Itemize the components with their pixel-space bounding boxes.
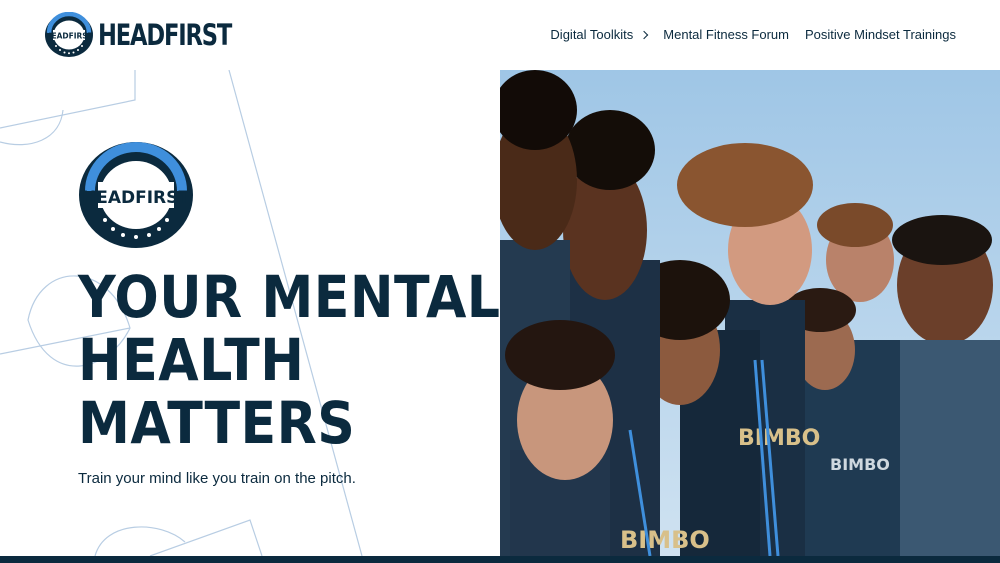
chevron-right-icon — [640, 30, 649, 40]
headfirst-badge-icon: HEADFIRST — [45, 12, 94, 57]
nav-item-digital-toolkits[interactable]: Digital Toolkits — [550, 27, 649, 42]
bottom-bar — [0, 556, 1000, 563]
svg-text:HEADFIRST: HEADFIRST — [45, 32, 94, 41]
nav-item-positive-mindset-trainings[interactable]: Positive Mindset Trainings — [805, 27, 956, 42]
headline-line: MATTERS — [78, 389, 356, 457]
svg-text:BIMBO: BIMBO — [830, 455, 890, 474]
svg-text:BIMBO: BIMBO — [620, 526, 710, 554]
logo-wordmark: HEADFIRST — [98, 17, 232, 52]
headfirst-badge-icon: HEADFIRST — [79, 142, 193, 248]
svg-text:BIMBO: BIMBO — [738, 426, 820, 451]
headline-line: YOUR MENTAL — [78, 263, 501, 331]
headfirst-logo[interactable]: HEADFIRST HEADFIRST — [44, 12, 269, 58]
team-photo-icon: BIMBO BIMBO BIMBO — [500, 70, 1000, 556]
hero-subheadline: Train your mind like you train on the pi… — [78, 470, 356, 487]
nav-item-label: Mental Fitness Forum — [663, 27, 789, 42]
nav-item-mental-fitness-forum[interactable]: Mental Fitness Forum — [663, 27, 789, 42]
main-nav: Digital Toolkits Mental Fitness Forum Po… — [550, 27, 956, 42]
team-photo: BIMBO BIMBO BIMBO — [500, 70, 1000, 556]
svg-text:HEADFIRST: HEADFIRST — [82, 188, 190, 208]
nav-item-label: Digital Toolkits — [550, 27, 634, 42]
hero-headline: YOUR MENTAL HEALTH MATTERS — [78, 266, 501, 455]
headline-line: HEALTH — [78, 326, 305, 394]
site-header: HEADFIRST HEADFIRST Digital Toolkits Men… — [0, 0, 1000, 70]
nav-item-label: Positive Mindset Trainings — [804, 27, 956, 42]
